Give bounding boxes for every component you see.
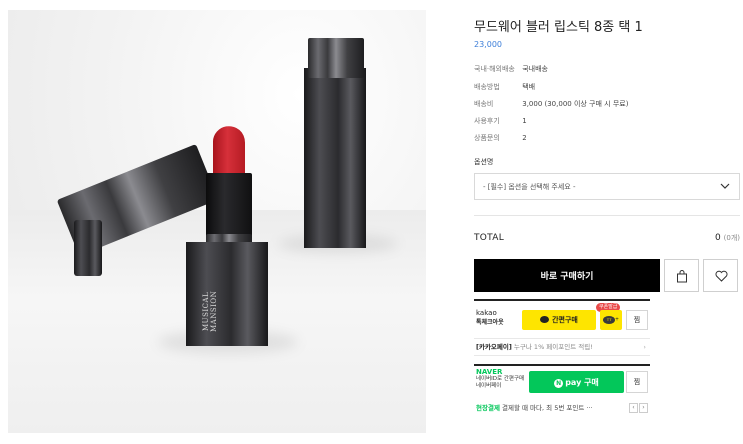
spec-value[interactable]: 2 bbox=[522, 134, 526, 142]
add-to-cart-button[interactable] bbox=[664, 259, 699, 292]
spec-row: 배송비 3,000 (30,000 이상 구매 시 무료) bbox=[474, 99, 628, 109]
option-select[interactable]: - [필수] 옵션을 선택해 주세요 - bbox=[474, 173, 740, 200]
kakao-talk-label: + bbox=[615, 317, 619, 323]
lipstick-bullet bbox=[213, 123, 245, 181]
naver-brand-line1: 네이버ID로 간편구매 bbox=[476, 376, 525, 382]
kakao-checkout-text: 톡체크아웃 bbox=[476, 319, 504, 326]
kakao-brand: kakao 톡체크아웃 bbox=[476, 308, 504, 328]
kakao-pay-label: 간편구매 bbox=[552, 316, 578, 324]
talk-bubble-icon bbox=[540, 316, 550, 323]
spec-row: 상품문의 2 bbox=[474, 133, 527, 143]
spec-key: 상품문의 bbox=[474, 134, 500, 142]
kakao-talk-button[interactable]: TT + bbox=[600, 310, 622, 330]
spec-row: 배송방법 택배 bbox=[474, 82, 535, 92]
buy-now-button[interactable]: 바로 구매하기 bbox=[474, 259, 660, 292]
naver-pay-button[interactable]: Npay 구매 bbox=[529, 371, 624, 393]
naver-pay-checkout: NAVER 네이버ID로 간편구매 네이버페이 Npay 구매 찜 bbox=[474, 364, 650, 398]
lipstick-base: MUSICAL MANSION bbox=[186, 242, 268, 346]
spec-row: 사용후기 1 bbox=[474, 116, 527, 126]
spec-value: 국내배송 bbox=[522, 65, 548, 73]
spec-key: 국내·해외배송 bbox=[474, 65, 515, 73]
divider bbox=[474, 215, 740, 216]
talk-channel-icon: TT bbox=[603, 316, 616, 324]
onsite-tag: 현장결제 bbox=[476, 404, 500, 412]
kakao-promo-banner[interactable]: [카카오페이] 누구나 1% 페이포인트 적립! › bbox=[474, 338, 650, 356]
naver-brand: NAVER 네이버ID로 간편구매 네이버페이 bbox=[476, 369, 524, 390]
naver-wish-button[interactable]: 찜 bbox=[626, 371, 648, 393]
product-price: 23,000 bbox=[474, 40, 502, 49]
spec-key: 배송비 bbox=[474, 100, 494, 108]
chevron-down-icon bbox=[720, 183, 730, 189]
lipstick-cap-standing bbox=[304, 38, 372, 248]
kakao-checkout: kakao 톡체크아웃 간편구매 쿠폰발급 TT + 찜 bbox=[474, 299, 650, 334]
naver-logo: NAVER bbox=[476, 368, 503, 376]
heart-icon bbox=[715, 270, 728, 282]
naver-pay-label: pay 구매 bbox=[565, 377, 599, 387]
spec-key: 사용후기 bbox=[474, 117, 500, 125]
cap-body bbox=[304, 68, 366, 248]
spec-row: 국내·해외배송 국내배송 bbox=[474, 64, 548, 74]
naver-n-icon: N bbox=[554, 378, 564, 388]
lipstick-lying-end bbox=[74, 220, 102, 276]
naver-brand-line2: 네이버페이 bbox=[476, 383, 502, 389]
product-title: 무드웨어 블러 립스틱 8종 택 1 bbox=[474, 20, 643, 35]
total-label: TOTAL bbox=[474, 233, 505, 243]
spec-value: 3,000 (30,000 이상 구매 시 무료) bbox=[522, 100, 629, 108]
wishlist-button[interactable] bbox=[703, 259, 738, 292]
spec-value[interactable]: 1 bbox=[522, 117, 526, 125]
onsite-payment-banner: 현장결제 결제할 때 마다, 최 5번 포인트 ··· ‹ › bbox=[474, 402, 650, 414]
product-info-panel: 무드웨어 블러 립스틱 8종 택 1 23,000 국내·해외배송 국내배송 배… bbox=[474, 0, 740, 444]
cap-top bbox=[308, 38, 364, 78]
kakao-pay-button[interactable]: 간편구매 bbox=[522, 310, 596, 330]
brand-logo-engraving: MUSICAL MANSION bbox=[202, 290, 218, 332]
shopping-bag-icon bbox=[677, 270, 687, 283]
promo-tag: [카카오페이] bbox=[476, 343, 512, 351]
onsite-text: 결제할 때 마다, 최 5번 포인트 ··· bbox=[502, 404, 593, 412]
kakao-wish-button[interactable]: 찜 bbox=[626, 310, 648, 330]
spec-key: 배송방법 bbox=[474, 83, 500, 91]
total-value: 0 (0개) bbox=[715, 233, 740, 243]
option-select-placeholder: - [필수] 옵션을 선택해 주세요 - bbox=[483, 183, 576, 191]
option-label: 옵션명 bbox=[474, 158, 494, 166]
spec-value: 택배 bbox=[522, 83, 536, 91]
total-amount: 0 bbox=[715, 233, 721, 243]
total-count: (0개) bbox=[723, 234, 740, 242]
chevron-left-icon[interactable]: ‹ bbox=[629, 403, 638, 413]
promo-text: 누구나 1% 페이포인트 적립! bbox=[513, 343, 593, 351]
lipstick-tube bbox=[206, 173, 252, 237]
chevron-right-icon: › bbox=[643, 343, 646, 351]
product-image: MUSICAL MANSION bbox=[8, 10, 426, 433]
chevron-right-icon[interactable]: › bbox=[639, 403, 648, 413]
kakao-logo-text: kakao bbox=[476, 309, 497, 317]
